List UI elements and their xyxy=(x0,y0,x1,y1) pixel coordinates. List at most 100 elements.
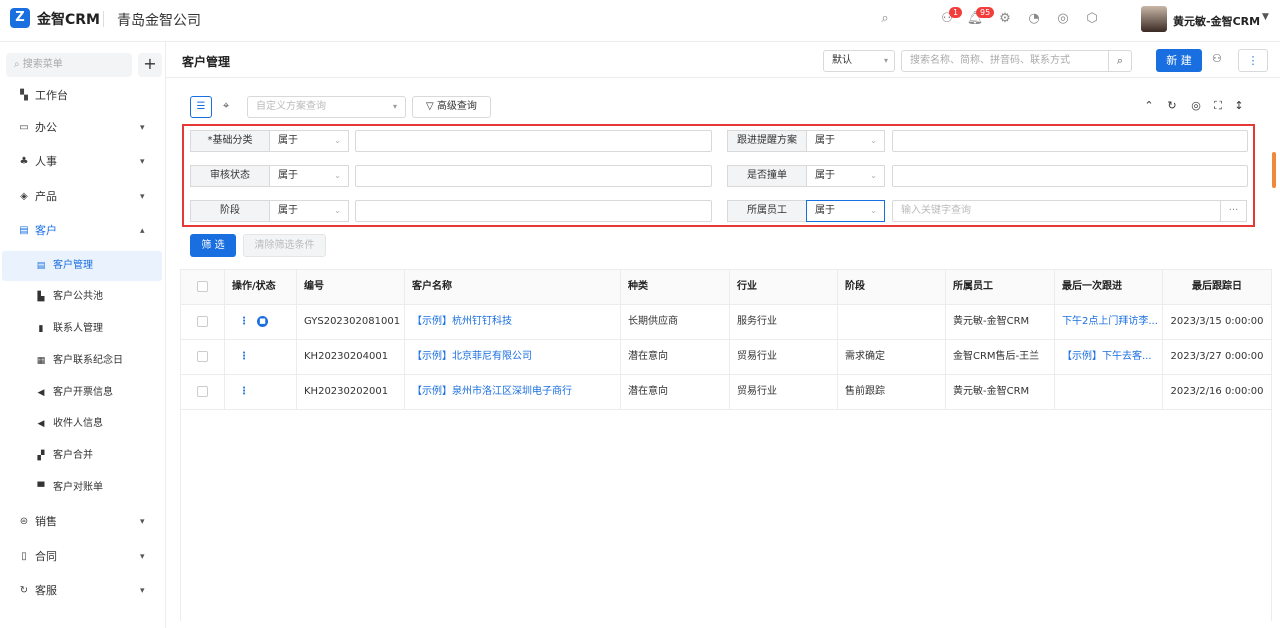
cell-last-follow[interactable]: 下午2点上门拜访李... xyxy=(1055,305,1163,340)
filter-value-duplicate[interactable] xyxy=(892,165,1248,187)
chevron-down-icon[interactable]: ▼ xyxy=(1262,12,1269,22)
column-header[interactable]: 编号 xyxy=(297,270,405,305)
filter-op-basic-category[interactable]: 属于 ⌄ xyxy=(269,130,349,152)
sidebar-item-sales[interactable]: ⊜ 销售 ▾ xyxy=(0,507,166,537)
add-menu-button[interactable]: + xyxy=(138,53,162,77)
view-select[interactable]: 默认 ▾ xyxy=(823,50,895,72)
sidebar-item-label: 客服 xyxy=(35,584,57,597)
person-icon[interactable]: ⚇ xyxy=(1212,52,1222,65)
new-button[interactable]: 新 建 xyxy=(1156,49,1202,72)
row-menu-icon[interactable]: ⋮ xyxy=(239,351,249,362)
scheme-select[interactable]: 自定义方案查询 ▾ xyxy=(247,96,406,118)
filter-op-employee[interactable]: 属于 ⌄ xyxy=(806,200,885,222)
filter-op-value: 属于 xyxy=(278,170,298,181)
chrome-icon[interactable]: ◎ xyxy=(1054,10,1072,28)
avatar[interactable] xyxy=(1141,6,1167,32)
filter-button[interactable]: 筛 选 xyxy=(190,234,236,257)
filter-value-stage[interactable] xyxy=(355,200,712,222)
filter-value-followup-plan[interactable] xyxy=(892,130,1248,152)
row-checkbox[interactable] xyxy=(197,315,208,327)
sidebar-item-workbench[interactable]: ▚ 工作台 xyxy=(0,81,166,111)
column-header[interactable]: 种类 xyxy=(621,270,730,305)
table-row[interactable]: ⋮ KH20230202001 【示例】泉州市洛江区深圳电子商行 潜在意向 贸易… xyxy=(181,375,1271,410)
column-header[interactable]: 所属员工 xyxy=(946,270,1055,305)
sidebar-item-service[interactable]: ↻ 客服 ▾ xyxy=(0,576,166,606)
column-header[interactable]: 行业 xyxy=(730,270,838,305)
status-icon[interactable]: ■ xyxy=(257,315,268,327)
filter-op-followup-plan[interactable]: 属于 ⌄ xyxy=(806,130,885,152)
sidebar-subitem-customer-management[interactable]: ▤ 客户管理 xyxy=(2,251,162,281)
page-scrollbar[interactable] xyxy=(1272,152,1276,188)
chevron-down-icon: ▾ xyxy=(392,102,397,111)
filter-value-audit-status[interactable] xyxy=(355,165,712,187)
sidebar-subitem-invoice[interactable]: ◀ 客户开票信息 xyxy=(0,378,166,408)
filter-value-employee[interactable]: 输入关键字查询 xyxy=(892,200,1221,222)
chevron-down-icon: ▾ xyxy=(140,586,145,596)
filter-label-followup-plan: 跟进提醒方案 xyxy=(727,130,807,152)
filter-op-stage[interactable]: 属于 ⌄ xyxy=(269,200,349,222)
clear-filter-button[interactable]: 清除筛选条件 xyxy=(243,234,326,257)
sidebar-item-office[interactable]: ▭ 办公 ▾ xyxy=(0,113,166,143)
sidebar-item-hr[interactable]: ♣ 人事 ▾ xyxy=(0,147,166,177)
sidebar-item-product[interactable]: ◈ 产品 ▾ xyxy=(0,182,166,212)
search-icon[interactable]: ⌕ xyxy=(876,10,894,28)
bell-badge: 95 xyxy=(976,7,995,18)
row-height-icon[interactable]: ↕ xyxy=(1232,99,1246,112)
row-menu-icon[interactable]: ⋮ xyxy=(239,386,249,397)
app-logo-icon[interactable]: Z xyxy=(10,8,30,28)
column-header[interactable]: 操作/状态 xyxy=(225,270,297,305)
cell-customer-name[interactable]: 【示例】泉州市洛江区深圳电子商行 xyxy=(405,375,621,410)
row-checkbox[interactable] xyxy=(197,350,208,362)
filter-value-basic-category[interactable] xyxy=(355,130,712,152)
cell-customer-name[interactable]: 【示例】杭州钉钉科技 xyxy=(405,305,621,340)
employee-picker-button[interactable]: ··· xyxy=(1220,200,1247,222)
sidebar-item-contract[interactable]: ▯ 合同 ▾ xyxy=(0,542,166,572)
sidebar-subitem-contacts[interactable]: ▮ 联系人管理 xyxy=(0,314,166,344)
sidebar-subitem-anniversary[interactable]: ▦ 客户联系纪念日 xyxy=(0,346,166,376)
column-header[interactable]: 最后一次跟进 xyxy=(1055,270,1163,305)
sidebar: ⌕ 搜索菜单 + ▚ 工作台 ▭ 办公 ▾ ♣ 人事 ▾ ◈ 产品 ▾ ▤ 客户… xyxy=(0,42,166,628)
column-header[interactable]: 客户名称 xyxy=(405,270,621,305)
row-menu-icon[interactable]: ⋮ xyxy=(239,316,249,327)
search-button[interactable]: ⌕ xyxy=(1108,50,1132,72)
table-row[interactable]: ⋮ KH20230204001 【示例】北京菲尼有限公司 潜在意向 贸易行业 需… xyxy=(181,340,1271,375)
row-checkbox[interactable] xyxy=(197,385,208,397)
sidebar-subitem-statement[interactable]: ▀ 客户对账单 xyxy=(0,473,166,503)
more-button[interactable]: ⋮ xyxy=(1238,49,1268,72)
settings-icon[interactable]: ⚙ xyxy=(996,10,1014,28)
column-header[interactable]: 阶段 xyxy=(838,270,946,305)
cell-customer-name[interactable]: 【示例】北京菲尼有限公司 xyxy=(405,340,621,375)
column-header[interactable]: 最后跟踪日 xyxy=(1163,270,1271,305)
sidebar-subitem-merge[interactable]: ▞ 客户合并 xyxy=(0,441,166,471)
cell-last-follow[interactable]: 【示例】下午去客... xyxy=(1055,340,1163,375)
sidebar-subitem-recipient[interactable]: ◀ 收件人信息 xyxy=(0,409,166,439)
target-icon[interactable]: ◎ xyxy=(1189,99,1203,112)
shield-icon[interactable]: ⬡ xyxy=(1083,10,1101,28)
menu-search-input[interactable]: ⌕ 搜索菜单 xyxy=(6,53,132,77)
sidebar-item-label: 产品 xyxy=(35,190,57,203)
speaker-icon: ◀ xyxy=(37,419,45,429)
pie-chart-icon[interactable]: ◔ xyxy=(1025,10,1043,28)
filter-op-audit-status[interactable]: 属于 ⌄ xyxy=(269,165,349,187)
select-all-checkbox[interactable] xyxy=(197,280,208,292)
cell-last-date: 2023/3/27 0:00:00 xyxy=(1170,351,1264,362)
cell-industry: 贸易行业 xyxy=(730,340,838,375)
table-row[interactable]: ⋮ ■ GYS202302081001 【示例】杭州钉钉科技 长期供应商 服务行业… xyxy=(181,305,1271,340)
filter-label-basic-category: *基础分类 xyxy=(190,130,270,152)
sidebar-subitem-customer-pool[interactable]: ▙ 客户公共池 xyxy=(0,282,166,312)
location-pin-icon[interactable]: ⌖ xyxy=(223,99,229,113)
filter-op-duplicate[interactable]: 属于 ⌄ xyxy=(806,165,885,187)
user-name[interactable]: 黄元敏-金智CRM xyxy=(1173,13,1260,29)
customer-search-input[interactable]: 搜索名称、简称、拼音码、联系方式 xyxy=(901,50,1109,72)
cell-last-follow[interactable] xyxy=(1055,375,1163,410)
org-icon: ♣ xyxy=(19,156,29,167)
app-name[interactable]: 金智CRM xyxy=(37,9,100,29)
sidebar-item-customer[interactable]: ▤ 客户 ▴ xyxy=(0,216,166,246)
sidebar-subitem-label: 收件人信息 xyxy=(53,418,103,429)
refresh-icon[interactable]: ↻ xyxy=(1165,99,1179,112)
row-actions-cell: ⋮ ■ xyxy=(225,305,297,340)
fullscreen-icon[interactable]: ⛶ xyxy=(1211,99,1225,113)
collapse-up-icon[interactable]: ⌃ xyxy=(1142,99,1156,112)
list-view-toggle[interactable]: ☰ xyxy=(190,96,212,118)
advanced-query-button[interactable]: ▽ 高级查询 xyxy=(412,96,491,118)
